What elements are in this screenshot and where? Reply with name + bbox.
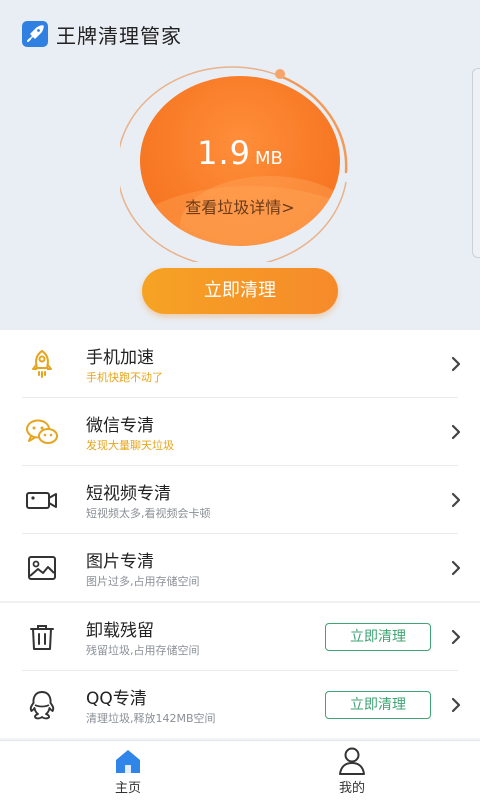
- list-item-title: QQ专清: [86, 689, 147, 709]
- junk-size-gauge: 1.9 MB 查看垃圾详情>: [120, 62, 360, 262]
- chevron-right-icon: [450, 354, 462, 374]
- chevron-right-icon: [450, 490, 462, 510]
- feature-list: 手机加速 手机快跑不动了 微信专清 发现大量聊天垃圾 短视频专清 短视频太多,看…: [0, 330, 480, 738]
- clean-now-button[interactable]: 立即清理: [325, 623, 431, 651]
- junk-size-readout: 1.9 MB: [120, 134, 360, 172]
- list-item-subtitle: 图片过多,占用存储空间: [86, 575, 200, 588]
- list-item-subtitle: 残留垃圾,占用存储空间: [86, 644, 200, 657]
- user-icon: [337, 747, 367, 775]
- view-junk-details-link[interactable]: 查看垃圾详情>: [120, 194, 360, 218]
- list-item-qq-clean[interactable]: QQ专清 清理垃圾,释放142MB空间 立即清理: [0, 671, 480, 739]
- list-item-title: 短视频专清: [86, 484, 171, 504]
- home-icon: [113, 747, 143, 775]
- nav-tab-home[interactable]: 主页: [88, 747, 168, 799]
- list-item-image-clean[interactable]: 图片专清 图片过多,占用存储空间: [0, 534, 480, 602]
- list-item-subtitle: 发现大量聊天垃圾: [86, 439, 174, 452]
- app-title: 王牌清理管家: [56, 24, 182, 48]
- video-camera-icon: [24, 484, 60, 516]
- list-item-short-video-clean[interactable]: 短视频专清 短视频太多,看视频会卡顿: [0, 466, 480, 534]
- junk-size-unit: MB: [255, 148, 283, 169]
- wechat-icon: [24, 416, 60, 448]
- list-item-title: 图片专清: [86, 552, 154, 572]
- chevron-right-icon: [450, 695, 462, 715]
- list-item-phone-boost[interactable]: 手机加速 手机快跑不动了: [0, 330, 480, 398]
- list-item-title: 手机加速: [86, 348, 154, 368]
- nav-label-mine: 我的: [338, 781, 365, 796]
- rocket-icon: [22, 21, 48, 47]
- nav-label-home: 主页: [114, 781, 141, 796]
- qq-penguin-icon: [24, 689, 60, 721]
- list-item-subtitle: 清理垃圾,释放142MB空间: [86, 712, 216, 725]
- list-item-subtitle: 短视频太多,看视频会卡顿: [86, 507, 211, 520]
- nav-tab-mine[interactable]: 我的: [312, 747, 392, 799]
- image-icon: [24, 552, 60, 584]
- list-item-title: 微信专清: [86, 416, 154, 436]
- header-area: 王牌清理管家 1.9 MB 查看垃圾详情> 立即清理: [0, 0, 480, 330]
- chevron-right-icon: [450, 627, 462, 647]
- rocket-outline-icon: [24, 348, 60, 380]
- bottom-nav: 主页 我的: [0, 740, 480, 800]
- junk-size-value: 1.9: [197, 134, 251, 172]
- chevron-right-icon: [450, 558, 462, 578]
- list-item-uninstall-residue[interactable]: 卸载残留 残留垃圾,占用存储空间 立即清理: [0, 603, 480, 671]
- side-drawer-handle[interactable]: [472, 68, 480, 258]
- clean-now-button[interactable]: 立即清理: [142, 268, 338, 314]
- clean-now-button[interactable]: 立即清理: [325, 691, 431, 719]
- chevron-right-icon: [450, 422, 462, 442]
- list-item-subtitle: 手机快跑不动了: [86, 371, 163, 384]
- list-item-title: 卸载残留: [86, 621, 154, 641]
- list-item-wechat-clean[interactable]: 微信专清 发现大量聊天垃圾: [0, 398, 480, 466]
- trash-icon: [24, 621, 60, 653]
